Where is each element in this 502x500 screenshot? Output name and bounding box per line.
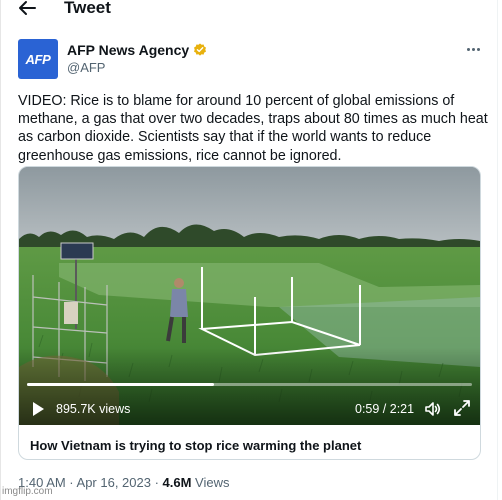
video-views: 895.7K views [56, 402, 131, 416]
imgflip-watermark: imgflip.com [2, 486, 53, 497]
video-progress-bar[interactable] [27, 383, 472, 386]
video-time: 0:59 / 2:21 [355, 402, 415, 416]
arrow-left-icon [19, 1, 36, 15]
video-player[interactable]: 895.7K views 0:59 / 2:21 [19, 167, 480, 425]
left-border [0, 0, 1, 500]
volume-icon[interactable] [424, 400, 442, 418]
page-title: Tweet [64, 0, 111, 17]
author-name-text: AFP News Agency [67, 42, 190, 58]
views-count: 4.6M [162, 475, 192, 490]
avatar-logo-text: AFP [25, 51, 51, 67]
tweet-text: VIDEO: Rice is to blame for around 10 pe… [18, 93, 488, 164]
video-progress-fill [27, 383, 214, 386]
play-icon[interactable] [29, 400, 47, 418]
avatar[interactable]: AFP [18, 39, 58, 79]
verified-badge-icon [194, 43, 207, 56]
author-name[interactable]: AFP News Agency [67, 42, 207, 58]
video-card[interactable]: 895.7K views 0:59 / 2:21 How Vietnam is … [18, 166, 481, 460]
more-dots-icon [466, 47, 470, 51]
right-border [497, 0, 498, 500]
video-thumbnail [19, 167, 480, 425]
more-options-button[interactable] [462, 40, 484, 58]
views-label: Views [191, 475, 230, 490]
tweet-header: Tweet [0, 0, 495, 22]
video-card-title[interactable]: How Vietnam is trying to stop rice warmi… [30, 438, 361, 453]
author-handle[interactable]: @AFP [67, 60, 105, 75]
fullscreen-icon[interactable] [453, 399, 471, 417]
back-button[interactable] [14, 0, 40, 20]
